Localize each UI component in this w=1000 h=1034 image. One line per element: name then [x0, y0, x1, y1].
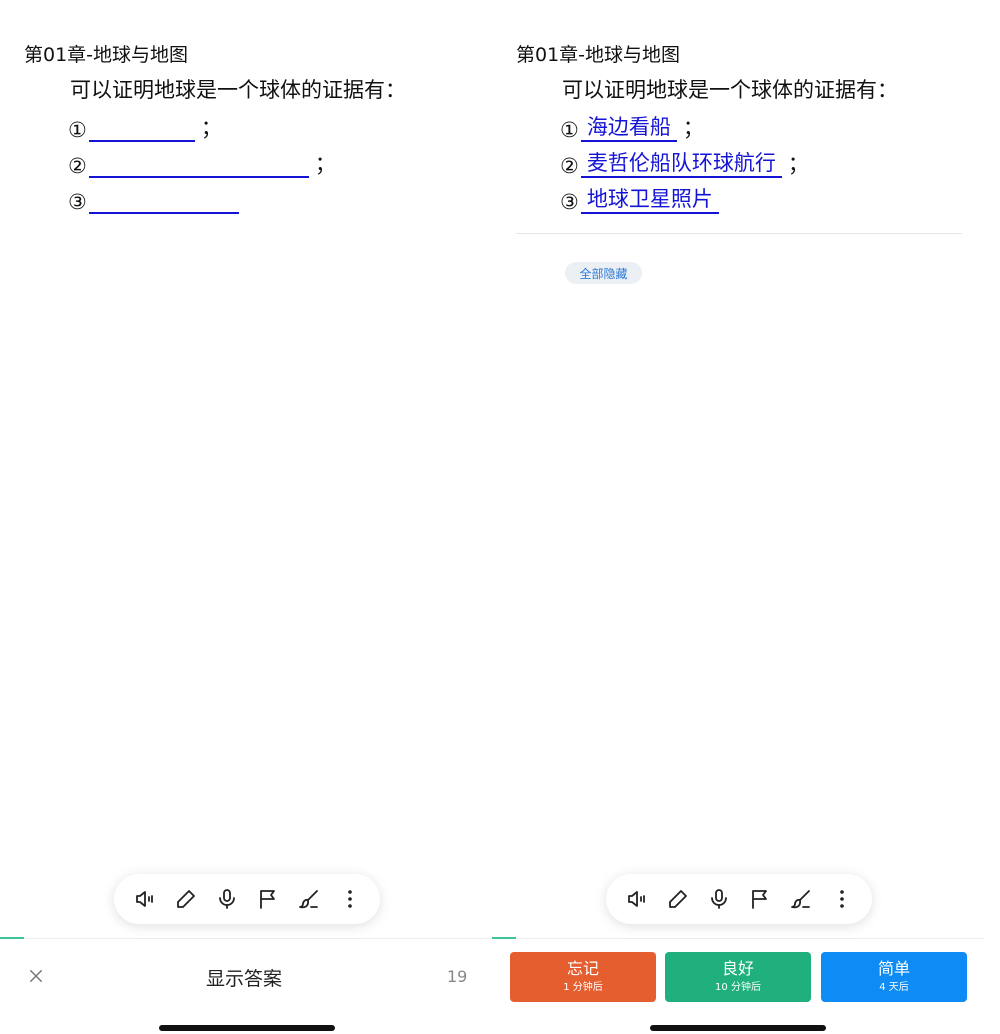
cloze-item-1: ① 海边看船 ；	[560, 108, 704, 142]
grade-again-button[interactable]: 忘记 1 分钟后	[510, 952, 656, 1002]
grade-interval: 4 天后	[879, 982, 909, 993]
question-card-panel: 第01章-地球与地图 可以证明地球是一个球体的证据有： ① ； ② ； ③ 显示…	[0, 0, 492, 1034]
remaining-count: 19	[447, 967, 468, 986]
grade-label: 简单	[877, 959, 910, 978]
hide-all-button[interactable]: 全部隐藏	[565, 262, 642, 284]
cloze-blank[interactable]	[88, 116, 195, 142]
item-suffix: ；	[314, 152, 336, 176]
cloze-item-3: ③	[68, 180, 245, 214]
cloze-item-1: ① ；	[68, 108, 222, 142]
more-icon[interactable]	[335, 884, 365, 914]
divider	[492, 938, 984, 939]
cloze-item-3: ③ 地球卫星照片	[560, 180, 725, 214]
grade-easy-button[interactable]: 简单 4 天后	[821, 952, 967, 1002]
item-number: ②	[68, 154, 87, 178]
speaker-icon[interactable]	[622, 884, 652, 914]
microphone-icon[interactable]	[704, 884, 734, 914]
chapter-title: 第01章-地球与地图	[24, 44, 189, 66]
grade-label: 良好	[721, 959, 754, 978]
brush-icon[interactable]	[294, 884, 324, 914]
brush-icon[interactable]	[786, 884, 816, 914]
flag-icon[interactable]	[745, 884, 775, 914]
pencil-icon[interactable]	[663, 884, 693, 914]
speaker-icon[interactable]	[130, 884, 160, 914]
cloze-answer[interactable]: 麦哲伦船队环球航行	[580, 150, 782, 178]
divider	[0, 938, 492, 939]
card-toolbar	[606, 874, 872, 924]
flag-icon[interactable]	[253, 884, 283, 914]
item-number: ①	[560, 118, 579, 142]
show-answer-button[interactable]: 显示答案	[206, 964, 282, 991]
bottom-bar: 显示答案 19	[0, 950, 492, 1006]
grade-interval: 1 分钟后	[563, 982, 603, 993]
cloze-item-2: ② 麦哲伦船队环球航行 ；	[560, 144, 809, 178]
pencil-icon[interactable]	[171, 884, 201, 914]
item-suffix: ；	[787, 152, 809, 176]
cloze-blank[interactable]	[88, 152, 309, 178]
item-number: ③	[68, 190, 87, 214]
item-number: ①	[68, 118, 87, 142]
home-indicator	[159, 1025, 335, 1031]
more-icon[interactable]	[827, 884, 857, 914]
cloze-answer[interactable]: 海边看船	[580, 114, 677, 142]
grade-interval: 10 分钟后	[715, 982, 761, 993]
item-suffix: ；	[200, 116, 222, 140]
card-toolbar	[114, 874, 380, 924]
item-number: ②	[560, 154, 579, 178]
close-icon[interactable]	[24, 964, 48, 988]
answer-card-panel: 第01章-地球与地图 可以证明地球是一个球体的证据有： ① 海边看船 ； ② 麦…	[492, 0, 984, 1034]
item-number: ③	[560, 190, 579, 214]
question-text: 可以证明地球是一个球体的证据有：	[70, 78, 406, 102]
divider	[516, 233, 962, 234]
chapter-title: 第01章-地球与地图	[516, 44, 681, 66]
home-indicator	[650, 1025, 826, 1031]
microphone-icon[interactable]	[212, 884, 242, 914]
cloze-item-2: ② ；	[68, 144, 336, 178]
grade-good-button[interactable]: 良好 10 分钟后	[665, 952, 811, 1002]
grade-label: 忘记	[566, 959, 599, 978]
cloze-blank[interactable]	[88, 188, 239, 214]
progress-indicator	[492, 937, 516, 939]
question-text: 可以证明地球是一个球体的证据有：	[562, 78, 898, 102]
item-suffix: ；	[682, 116, 704, 140]
cloze-answer[interactable]: 地球卫星照片	[580, 186, 719, 214]
progress-indicator	[0, 937, 24, 939]
